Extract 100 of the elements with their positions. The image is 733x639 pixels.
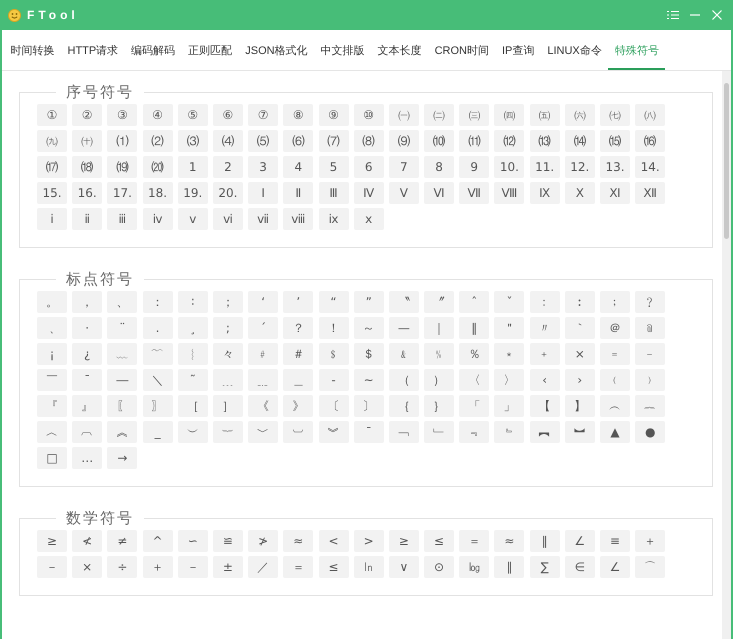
symbol-button[interactable]: ⑹ [283, 130, 314, 152]
symbol-button[interactable]: ／ [248, 556, 278, 578]
symbol-button[interactable]: ﹍ [212, 369, 243, 391]
symbol-button[interactable]: ︽ [107, 421, 138, 443]
symbol-button[interactable]: 16. [72, 182, 102, 204]
symbol-button[interactable]: ˇ [494, 291, 524, 313]
symbol-button[interactable]: 20. [212, 182, 243, 204]
symbol-button[interactable]: ˉ [354, 421, 384, 443]
symbol-button[interactable]: ‖ [530, 530, 560, 552]
symbol-button[interactable]: ⒆ [107, 156, 138, 178]
symbol-button[interactable]: ﹏ [107, 343, 138, 365]
symbol-button[interactable]: 々 [212, 343, 243, 365]
symbol-button[interactable]: 8 [424, 156, 454, 178]
symbol-button[interactable]: ⌒ [635, 556, 666, 578]
symbol-button[interactable]: 」 [494, 395, 524, 417]
symbol-button[interactable]: ！ [318, 317, 348, 339]
symbol-button[interactable]: ㈧ [635, 104, 666, 126]
symbol-button[interactable]: … [72, 447, 102, 469]
symbol-button[interactable]: 7 [388, 156, 419, 178]
symbol-button[interactable]: ¯ [72, 369, 102, 391]
symbol-button[interactable]: ﹫ [635, 317, 666, 339]
symbol-button[interactable]: < [318, 530, 348, 552]
symbol-button[interactable]: 15. [37, 182, 67, 204]
symbol-button[interactable]: 〗 [142, 395, 173, 417]
symbol-button[interactable]: ﹣ [635, 343, 666, 365]
symbol-button[interactable]: 〔 [318, 395, 348, 417]
symbol-button[interactable]: ⑧ [283, 104, 314, 126]
symbol-button[interactable]: ∽ [178, 530, 208, 552]
symbol-button[interactable]: ㈨ [37, 130, 67, 152]
symbol-button[interactable]: Ⅺ [600, 182, 630, 204]
symbol-button[interactable]: ﹑ [37, 317, 67, 339]
symbol-button[interactable]: Ⅹ [564, 182, 595, 204]
symbol-button[interactable]: ⅵ [212, 208, 243, 230]
symbol-button[interactable]: ⑿ [494, 130, 524, 152]
symbol-button[interactable]: Ⅳ [354, 182, 384, 204]
symbol-button[interactable]: ③ [107, 104, 138, 126]
symbol-button[interactable]: 〃 [530, 317, 560, 339]
symbol-button[interactable]: ⑾ [459, 130, 490, 152]
symbol-button[interactable]: Ⅲ [318, 182, 348, 204]
symbol-button[interactable]: ； [212, 291, 243, 313]
symbol-button[interactable]: ﹄ [494, 421, 524, 443]
symbol-button[interactable]: ② [72, 104, 102, 126]
symbol-button[interactable]: ∠ [600, 556, 630, 578]
symbol-button[interactable]: ¸ [178, 317, 208, 339]
symbol-button[interactable]: ｀ [564, 317, 595, 339]
symbol-button[interactable]: ≡ [600, 530, 630, 552]
symbol-button[interactable]: ∥ [494, 556, 524, 578]
symbol-button[interactable]: 9 [459, 156, 490, 178]
symbol-button[interactable]: ⑽ [424, 130, 454, 152]
symbol-button[interactable]: 6 [354, 156, 384, 178]
symbol-button[interactable]: ﹋ [142, 343, 173, 365]
symbol-button[interactable]: 〖 [107, 395, 138, 417]
symbol-button[interactable]: ﹪ [424, 343, 454, 365]
symbol-button[interactable]: ︷ [635, 395, 666, 417]
symbol-button[interactable]: ⊙ [424, 556, 454, 578]
symbol-button[interactable]: ⅶ [248, 208, 278, 230]
tab[interactable]: 编码解码 [124, 32, 182, 70]
symbol-button[interactable]: ≠ [107, 530, 138, 552]
symbol-button[interactable]: ㈢ [459, 104, 490, 126]
symbol-button[interactable]: ﹙ [600, 369, 630, 391]
symbol-button[interactable]: ⑥ [212, 104, 243, 126]
symbol-button[interactable]: ▲ [600, 421, 630, 443]
symbol-button[interactable]: ⒃ [635, 130, 666, 152]
symbol-button[interactable]: ≤ [424, 530, 454, 552]
symbol-button[interactable]: ︰ [564, 291, 595, 313]
symbol-button[interactable]: ≤ [318, 556, 348, 578]
symbol-button[interactable]: ” [354, 291, 384, 313]
symbol-button[interactable]: 5 [318, 156, 348, 178]
symbol-button[interactable]: ﹢ [530, 343, 560, 365]
symbol-button[interactable]: ＂ [494, 317, 524, 339]
symbol-button[interactable]: Ⅰ [248, 182, 278, 204]
symbol-button[interactable]: ﹁ [388, 421, 419, 443]
symbol-button[interactable]: ＄ [354, 343, 384, 365]
symbol-button[interactable]: ， [72, 291, 102, 313]
symbol-button[interactable]: ´ [248, 317, 278, 339]
symbol-button[interactable]: ﹃ [459, 421, 490, 443]
symbol-button[interactable]: 3 [248, 156, 278, 178]
symbol-button[interactable]: ￣ [37, 369, 67, 391]
symbol-button[interactable]: ⒁ [564, 130, 595, 152]
symbol-button[interactable]: 』 [72, 395, 102, 417]
symbol-button[interactable]: ‖ [459, 317, 490, 339]
symbol-button[interactable]: Ⅱ [283, 182, 314, 204]
symbol-button[interactable]: × [72, 556, 102, 578]
symbol-button[interactable]: ﹎ [248, 369, 278, 391]
symbol-button[interactable]: _ [142, 421, 173, 443]
symbol-button[interactable]: ｝ [424, 395, 454, 417]
symbol-button[interactable]: ⅳ [142, 208, 173, 230]
symbol-button[interactable]: Ⅶ [459, 182, 490, 204]
symbol-button[interactable]: ⅲ [107, 208, 138, 230]
symbol-button[interactable]: ± [212, 556, 243, 578]
symbol-button[interactable]: 〞 [424, 291, 454, 313]
symbol-button[interactable]: ≈ [494, 530, 524, 552]
symbol-button[interactable]: ＋ [635, 530, 666, 552]
symbol-button[interactable]: 2 [212, 156, 243, 178]
symbol-button[interactable]: ; [212, 317, 243, 339]
symbol-button[interactable]: × [564, 343, 595, 365]
symbol-button[interactable]: ︶ [178, 421, 208, 443]
symbol-button[interactable]: 19. [178, 182, 208, 204]
symbol-button[interactable]: ÷ [107, 556, 138, 578]
symbol-button[interactable]: ︾ [318, 421, 348, 443]
